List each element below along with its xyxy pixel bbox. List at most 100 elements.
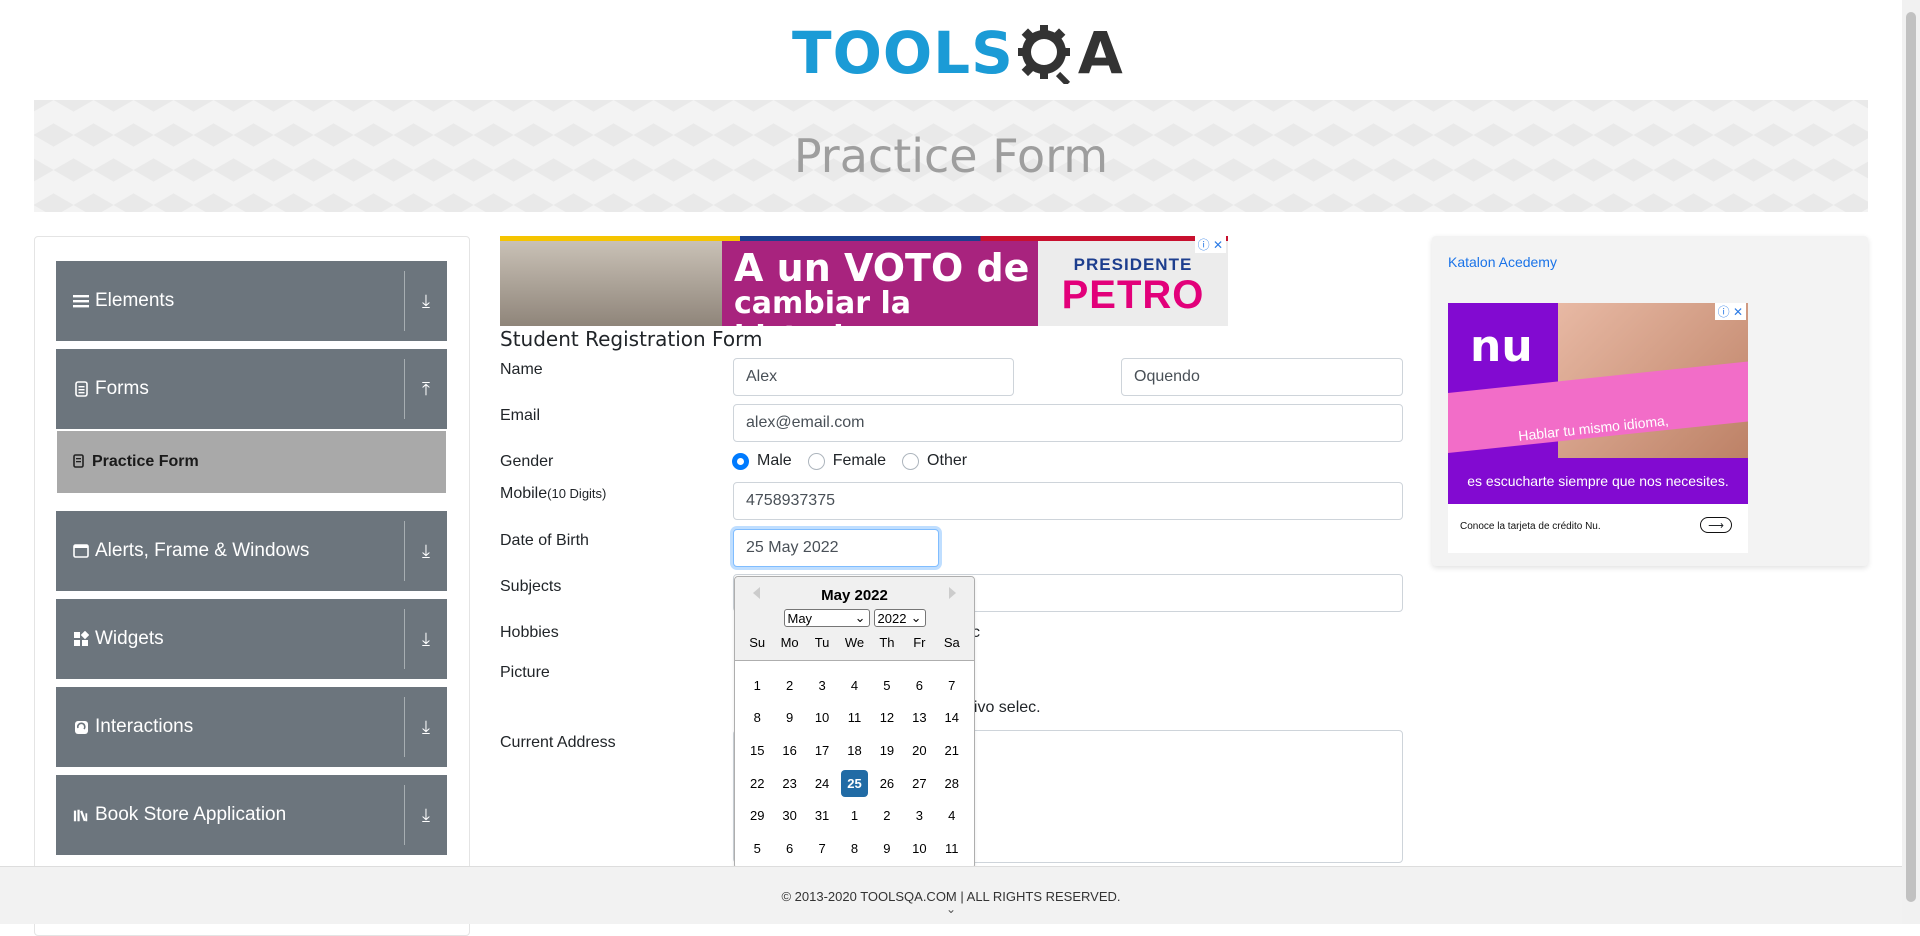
- calendar-day-number: 16: [782, 742, 797, 758]
- date-picker-grid: 1 2 3 4 5 6 7 8 9 10 11 12 13 14 15 16 17 18 19 20 21 22 23 24 2…: [741, 669, 968, 865]
- calendar-day[interactable]: 10: [806, 702, 838, 735]
- calendar-day[interactable]: 2: [871, 799, 903, 832]
- calendar-day-selected[interactable]: 25: [838, 767, 870, 800]
- toolsqa-logo[interactable]: TOOLS A: [792, 16, 1123, 90]
- divider: [404, 697, 405, 757]
- chevron-down-icon[interactable]: ⌄: [0, 903, 1902, 915]
- calendar-day[interactable]: 30: [773, 799, 805, 832]
- advertisement-banner[interactable]: A un VOTO de cambiar la historia PRESIDE…: [500, 236, 1228, 326]
- vertical-scrollbar[interactable]: [1902, 0, 1920, 924]
- calendar-day[interactable]: 3: [806, 669, 838, 702]
- calendar-day[interactable]: 5: [871, 669, 903, 702]
- dob-label: Date of Birth: [500, 532, 589, 549]
- gender-male-option[interactable]: Male: [732, 452, 792, 470]
- email-input[interactable]: alex@email.com: [733, 404, 1403, 442]
- expand-arrow-icon[interactable]: ⤓: [405, 541, 447, 562]
- ad-pres-label: PRESIDENTE: [1073, 255, 1193, 274]
- expand-arrow-icon[interactable]: ⤓: [405, 629, 447, 650]
- calendar-day[interactable]: 7: [806, 832, 838, 865]
- calendar-day[interactable]: 31: [806, 799, 838, 832]
- adchoices-icon[interactable]: ⓘ ✕: [1194, 236, 1226, 253]
- gender-other-option[interactable]: Other: [902, 452, 967, 470]
- calendar-day[interactable]: 1: [741, 669, 773, 702]
- adchoices-icon[interactable]: ⓘ ✕: [1714, 303, 1746, 320]
- radio-icon[interactable]: [807, 452, 825, 470]
- weekday-label: Fr: [913, 635, 926, 650]
- calendar-day[interactable]: 15: [741, 734, 773, 767]
- calendar-day-number: 4: [948, 808, 956, 824]
- calendar-day[interactable]: 5: [741, 832, 773, 865]
- calendar-day[interactable]: 11: [838, 702, 870, 735]
- sidebar-group-widgets[interactable]: Widgets ⤓: [56, 599, 447, 679]
- calendar-day[interactable]: 16: [773, 734, 805, 767]
- calendar-day[interactable]: 23: [773, 767, 805, 800]
- calendar-day[interactable]: 18: [838, 734, 870, 767]
- expand-arrow-icon[interactable]: ⤓: [405, 291, 447, 312]
- calendar-day[interactable]: 27: [903, 767, 935, 800]
- calendar-day[interactable]: 21: [936, 734, 968, 767]
- calendar-day[interactable]: 3: [903, 799, 935, 832]
- calendar-day[interactable]: 20: [903, 734, 935, 767]
- month-select[interactable]: May ⌄: [783, 609, 870, 627]
- sidebar-group-label: Interactions: [95, 716, 194, 737]
- sidebar-group-bookstore[interactable]: Book Store Application ⤓: [56, 775, 447, 855]
- year-select[interactable]: 2022 ⌄: [873, 609, 926, 627]
- calendar-day[interactable]: 14: [936, 702, 968, 735]
- chevron-down-icon: ⌄: [854, 610, 866, 625]
- calendar-day[interactable]: 8: [741, 702, 773, 735]
- calendar-day[interactable]: 6: [903, 669, 935, 702]
- calendar-day-number: 10: [814, 710, 830, 726]
- logo-text-tools: TOOLS: [792, 19, 1014, 87]
- calendar-day[interactable]: 17: [806, 734, 838, 767]
- last-name-input[interactable]: Oquendo: [1121, 358, 1403, 396]
- arrow-right-icon[interactable]: ⟶: [1700, 517, 1732, 533]
- date-of-birth-input[interactable]: 25 May 2022: [733, 529, 939, 567]
- calendar-day[interactable]: 2: [773, 669, 805, 702]
- katalon-ad-link[interactable]: Katalon Acedemy: [1448, 254, 1557, 270]
- calendar-day-number: 19: [879, 742, 895, 758]
- calendar-day[interactable]: 29: [741, 799, 773, 832]
- calendar-day[interactable]: 9: [871, 832, 903, 865]
- calendar-day[interactable]: 24: [806, 767, 838, 800]
- calendar-day[interactable]: 1: [838, 799, 870, 832]
- calendar-day[interactable]: 10: [903, 832, 935, 865]
- ad-headline: A un VOTO de cambiar la historia: [722, 241, 1038, 326]
- calendar-day[interactable]: 12: [871, 702, 903, 735]
- sidebar-group-alerts[interactable]: Alerts, Frame & Windows ⤓: [56, 511, 447, 591]
- collapse-arrow-icon[interactable]: ⤒: [405, 379, 447, 400]
- sidebar-group-interactions[interactable]: Interactions ⤓: [56, 687, 447, 767]
- calendar-day[interactable]: 9: [773, 702, 805, 735]
- gender-female-option[interactable]: Female: [807, 452, 886, 470]
- radio-checked-icon[interactable]: [732, 452, 749, 470]
- nu-advertisement[interactable]: nu Hablar tu mismo idioma, es escucharte…: [1448, 303, 1748, 553]
- sidebar-item-practice-form[interactable]: Practice Form: [57, 431, 446, 493]
- first-name-input[interactable]: Alex: [733, 358, 1014, 396]
- scrollbar-thumb[interactable]: [1906, 12, 1916, 902]
- hobbies-label: Hobbies: [500, 624, 559, 641]
- calendar-day[interactable]: 6: [773, 832, 805, 865]
- calendar-day-number: 1: [850, 808, 859, 824]
- calendar-day-number: 6: [786, 840, 794, 856]
- calendar-day[interactable]: 4: [838, 669, 870, 702]
- calendar-day[interactable]: 7: [936, 669, 968, 702]
- mobile-input[interactable]: 4758937375: [733, 482, 1403, 520]
- expand-arrow-icon[interactable]: ⤓: [405, 805, 447, 826]
- date-picker-popup: May 2022 May ⌄ 2022 ⌄ Su Mo Tu We Th Fr Sa 123…: [734, 576, 975, 869]
- calendar-day[interactable]: 19: [871, 734, 903, 767]
- calendar-day[interactable]: 26: [871, 767, 903, 800]
- radio-icon[interactable]: [902, 452, 920, 470]
- calendar-day[interactable]: 4: [936, 799, 968, 832]
- form-title: Student Registration Form: [500, 327, 763, 351]
- sidebar-group-elements[interactable]: Elements ⤓: [56, 261, 447, 341]
- sidebar-group-forms[interactable]: Forms ⤒: [56, 349, 447, 429]
- calendar-day[interactable]: 13: [903, 702, 935, 735]
- calendar-day-number: 3: [818, 677, 826, 693]
- calendar-day-number: 4: [850, 677, 859, 693]
- calendar-day[interactable]: 22: [741, 767, 773, 800]
- next-month-icon[interactable]: [949, 587, 956, 599]
- calendar-day[interactable]: 8: [838, 832, 870, 865]
- calendar-day[interactable]: 11: [936, 832, 968, 865]
- ad-line-2: cambiar la historia: [734, 286, 912, 327]
- expand-arrow-icon[interactable]: ⤓: [405, 717, 447, 738]
- calendar-day[interactable]: 28: [936, 767, 968, 800]
